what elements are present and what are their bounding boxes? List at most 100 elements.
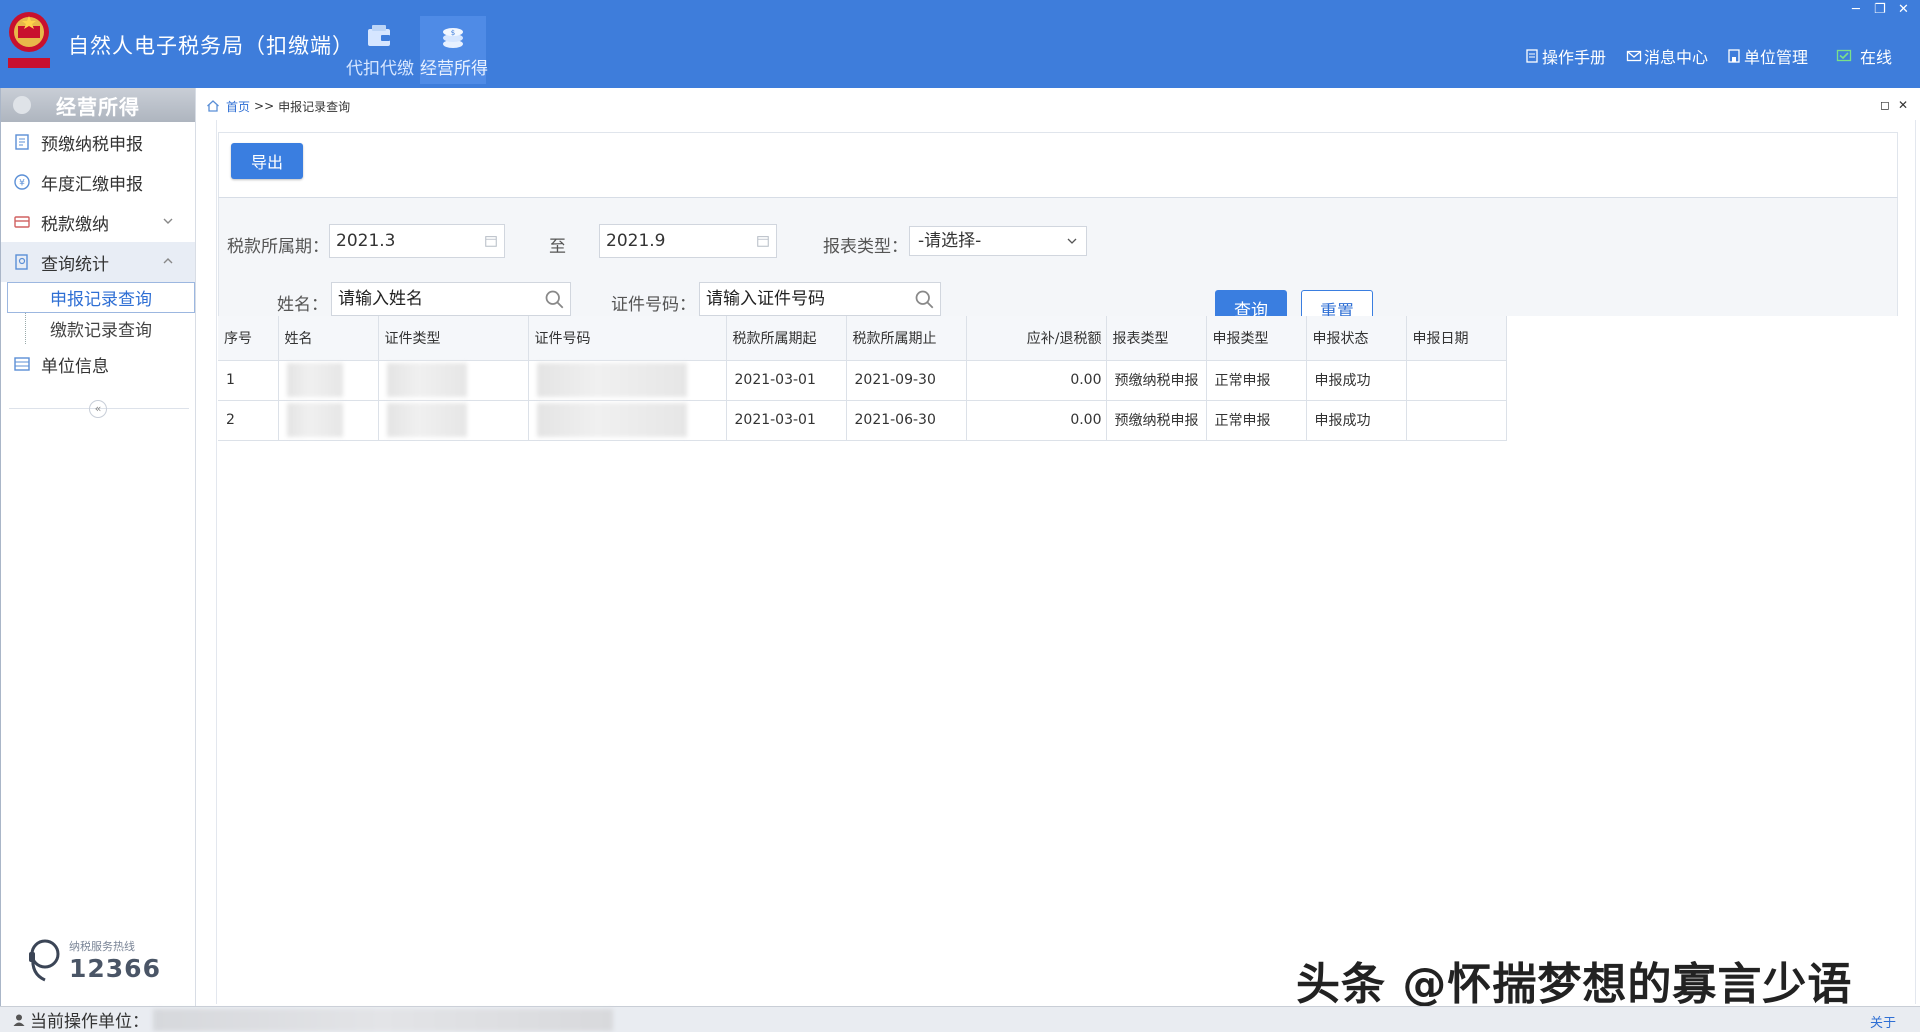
messages-label: 消息中心: [1644, 48, 1709, 67]
cell-report-type: 预缴纳税申报: [1106, 360, 1207, 401]
unit-management-link[interactable]: 单位管理: [1726, 44, 1808, 68]
nav-tab-business-income[interactable]: $ 经营所得: [420, 16, 488, 84]
period-label: 税款所属期：: [227, 237, 329, 257]
report-type-select[interactable]: -请选择-: [909, 226, 1087, 256]
sidebar-title: 经营所得: [1, 88, 195, 122]
cell-id-number-redacted: [528, 360, 727, 401]
cell-id-number-redacted: [528, 400, 727, 441]
list-icon: [14, 357, 30, 371]
cell-status: 申报成功: [1306, 360, 1407, 401]
search-form: 税款所属期： 2021.3 至 2021.9 报表类型： -请选择- 姓名： 请…: [218, 198, 1898, 316]
period-start-value: 2021.3: [336, 231, 396, 251]
nav-tab-label: 代扣代缴: [346, 59, 414, 79]
table-header-row: 序号 姓名 证件类型 证件号码 税款所属期起 税款所属期止 应补/退税额 报表类…: [218, 316, 1507, 361]
report-type-value: -请选择-: [918, 231, 982, 251]
hotline-badge: 纳税服务热线 12366: [25, 934, 161, 986]
col-seq: 序号: [218, 316, 279, 361]
search-icon[interactable]: [914, 289, 934, 309]
table-row[interactable]: 1 2021-03-01 2021-09-30 0.00 预缴纳税申报 正常申报…: [218, 360, 1507, 401]
cell-id-type-redacted: [378, 360, 529, 401]
chevron-up-icon: [163, 258, 173, 264]
col-decl-type: 申报类型: [1206, 316, 1307, 361]
restore-button[interactable]: ❐: [1874, 2, 1886, 17]
cell-period-end: 2021-06-30: [846, 400, 967, 441]
table-row[interactable]: 2 2021-03-01 2021-06-30 0.00 预缴纳税申报 正常申报…: [218, 400, 1507, 441]
panel-maximize-button[interactable]: ◻: [1880, 98, 1890, 112]
current-unit-label: 当前操作单位：: [30, 1012, 149, 1032]
period-start-input[interactable]: 2021.3: [329, 224, 505, 258]
hotline-number: 12366: [69, 953, 161, 983]
cell-period-start: 2021-03-01: [726, 400, 847, 441]
breadcrumb-current: 申报记录查询: [278, 99, 351, 114]
col-period-start: 税款所属期起: [726, 316, 847, 361]
search-icon[interactable]: [544, 289, 564, 309]
payment-icon: [14, 216, 30, 228]
to-label: 至: [549, 237, 566, 257]
envelope-icon: [1626, 50, 1642, 62]
nav-tab-withholding[interactable]: 代扣代缴: [346, 16, 414, 84]
col-name: 姓名: [278, 316, 379, 361]
current-unit-redacted: [153, 1008, 613, 1031]
sidebar-item-label: 税款缴纳: [41, 214, 109, 235]
messages-link[interactable]: 消息中心: [1626, 44, 1708, 68]
breadcrumb: 首页 >> 申报记录查询: [200, 94, 1916, 118]
reset-button[interactable]: 重置: [1301, 290, 1373, 316]
form-icon: [15, 134, 29, 150]
sidebar-item-label: 查询统计: [41, 254, 109, 275]
cell-report-type: 预缴纳税申报: [1106, 400, 1207, 441]
cell-name-redacted: [278, 360, 379, 401]
export-button[interactable]: 导出: [231, 143, 303, 179]
sidebar-item-tax-payment[interactable]: 税款缴纳: [1, 202, 195, 242]
sidebar-item-query-stats[interactable]: 查询统计: [1, 242, 195, 282]
sidebar-subitem-declaration-records[interactable]: 申报记录查询: [7, 282, 195, 313]
building-icon: [1728, 49, 1740, 63]
col-amount: 应补/退税额: [966, 316, 1107, 361]
cell-amount: 0.00: [966, 400, 1107, 441]
name-label: 姓名：: [277, 295, 328, 315]
id-number-input[interactable]: 请输入证件号码: [699, 282, 941, 316]
panel-close-button[interactable]: ✕: [1898, 98, 1908, 112]
col-id-number: 证件号码: [528, 316, 727, 361]
sidebar-subitem-payment-records[interactable]: 缴款记录查询: [25, 313, 195, 344]
cell-seq: 1: [218, 360, 279, 401]
status-bar: 当前操作单位： 关于: [0, 1006, 1920, 1032]
online-status: 在线: [1836, 44, 1892, 68]
cell-name-redacted: [278, 400, 379, 441]
breadcrumb-home-link[interactable]: 首页: [226, 98, 250, 115]
cell-amount: 0.00: [966, 360, 1107, 401]
sidebar-item-annual-declaration[interactable]: ¥ 年度汇缴申报: [1, 162, 195, 202]
cell-decl-type: 正常申报: [1206, 400, 1307, 441]
chevron-down-icon: [1067, 238, 1077, 244]
home-icon: [207, 100, 219, 112]
sidebar-item-label: 预缴纳税申报: [41, 134, 143, 155]
about-link[interactable]: 关于: [1870, 1012, 1896, 1031]
yen-coin-icon: ¥: [14, 174, 30, 190]
cell-status: 申报成功: [1306, 400, 1407, 441]
cell-period-end: 2021-09-30: [846, 360, 967, 401]
hotline-label: 纳税服务热线: [69, 939, 135, 953]
wallet-icon: [368, 25, 390, 46]
sidebar-collapse-button[interactable]: «: [89, 400, 107, 418]
period-end-value: 2021.9: [606, 231, 666, 251]
id-number-placeholder: 请输入证件号码: [706, 289, 825, 309]
app-header: 自然人电子税务局（扣缴端） 代扣代缴 $ 经营所得 ─ ❐ ✕ 操作手册 消息中…: [0, 0, 1920, 88]
calendar-icon[interactable]: [484, 234, 498, 248]
sidebar-item-label: 年度汇缴申报: [41, 174, 143, 195]
sidebar-subitem-label: 缴款记录查询: [50, 321, 152, 341]
cell-id-type-redacted: [378, 400, 529, 441]
minimize-button[interactable]: ─: [1852, 2, 1860, 17]
sidebar-item-prepay-declaration[interactable]: 预缴纳税申报: [1, 122, 195, 162]
sidebar-item-unit-info[interactable]: 单位信息: [1, 344, 195, 384]
query-button[interactable]: 查询: [1215, 290, 1287, 316]
manual-label: 操作手册: [1542, 48, 1607, 67]
name-input[interactable]: 请输入姓名: [331, 282, 571, 316]
col-date: 申报日期: [1406, 316, 1507, 361]
online-check-icon: [1836, 49, 1852, 62]
app-title: 自然人电子税务局（扣缴端）: [68, 34, 354, 58]
nav-tab-label: 经营所得: [420, 59, 488, 79]
calendar-icon[interactable]: [756, 234, 770, 248]
manual-link[interactable]: 操作手册: [1524, 44, 1606, 68]
period-end-input[interactable]: 2021.9: [599, 224, 777, 258]
close-window-button[interactable]: ✕: [1898, 2, 1909, 17]
sidebar-subitem-label: 申报记录查询: [50, 290, 152, 310]
